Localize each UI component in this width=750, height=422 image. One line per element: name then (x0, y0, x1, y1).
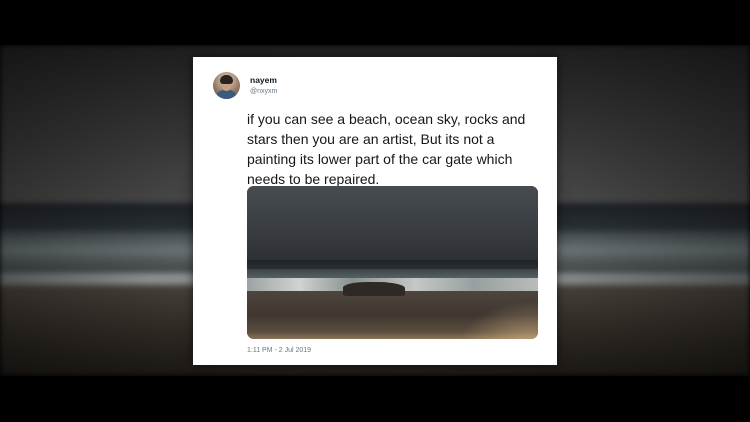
tweet-text: if you can see a beach, ocean sky, rocks… (247, 111, 526, 187)
photo-light-glow (457, 301, 538, 339)
tweet-card: nayem @nxyxm if you can see a beach, oce… (193, 57, 557, 365)
photo-rock (343, 282, 405, 296)
user-handle[interactable]: @nxyxm (250, 88, 277, 95)
avatar-shirt (216, 90, 237, 99)
tweet-timestamp[interactable]: 1:11 PM - 2 Jul 2019 (247, 347, 311, 354)
avatar[interactable] (213, 72, 240, 99)
photo-sky (247, 186, 538, 262)
display-name[interactable]: nayem (250, 75, 277, 85)
letterbox-top (0, 0, 750, 45)
tweet-photo[interactable] (247, 186, 538, 339)
avatar-hair (220, 75, 233, 84)
letterbox-bottom (0, 376, 750, 422)
